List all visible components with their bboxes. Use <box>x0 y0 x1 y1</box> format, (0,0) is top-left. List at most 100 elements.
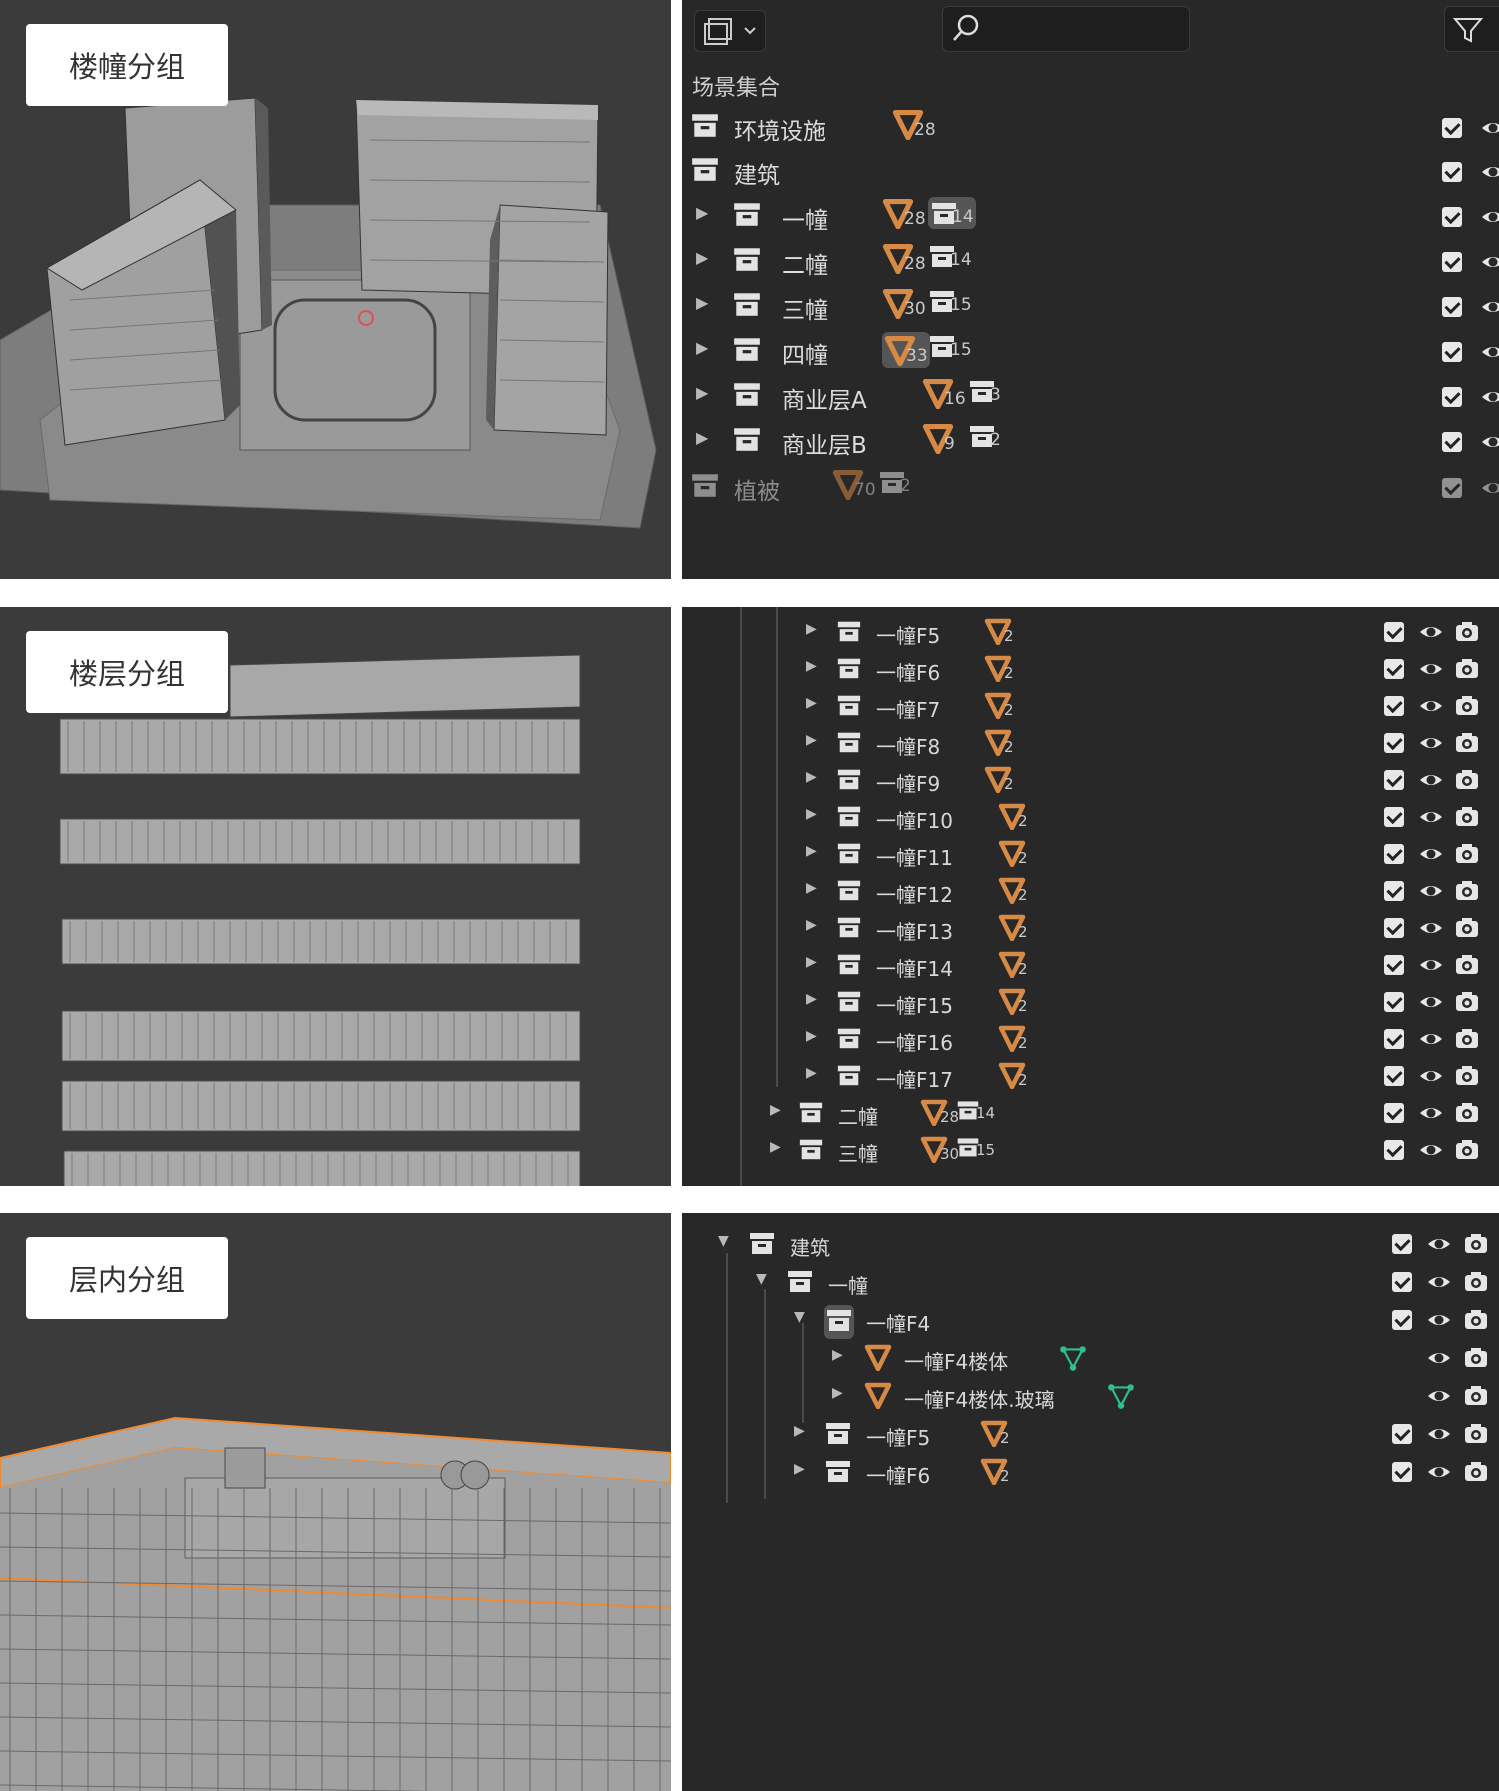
viewport-floors[interactable]: 楼层分组 <box>0 607 671 1186</box>
mesh-count-badge[interactable]: 28 <box>882 197 926 229</box>
outliner-row[interactable]: ▼ 建筑 <box>682 1227 1499 1261</box>
render-toggle[interactable] <box>1464 1309 1488 1335</box>
visibility-toggle[interactable] <box>1480 342 1499 366</box>
camera-icon[interactable] <box>1455 843 1479 865</box>
eye-icon[interactable] <box>1426 1348 1452 1368</box>
eye-icon[interactable] <box>1426 1386 1452 1406</box>
outliner-panel-3[interactable]: ▼ 建筑 ▼ 一幢 ▼ 一幢F4 ▶ 一幢F4楼体 ▶ 一幢F4楼体.玻璃 ▶ <box>682 1213 1499 1791</box>
camera-icon[interactable] <box>1464 1461 1488 1483</box>
mesh-count-badge[interactable]: 2 <box>998 839 1028 867</box>
visibility-toggle[interactable] <box>1418 1140 1444 1164</box>
camera-icon[interactable] <box>1464 1309 1488 1331</box>
mesh-count-badge[interactable]: 9 <box>922 422 955 454</box>
visibility-toggle[interactable] <box>1418 955 1444 979</box>
collection-count-badge[interactable]: 14 <box>928 242 972 270</box>
expand-toggle[interactable]: ▶ <box>806 732 817 748</box>
exclude-checkbox[interactable] <box>1384 1029 1404 1049</box>
exclude-checkbox[interactable] <box>1392 1310 1412 1330</box>
exclude-checkbox[interactable] <box>1384 955 1404 975</box>
mesh-count-badge[interactable]: 2 <box>998 802 1028 830</box>
eye-icon[interactable] <box>1480 118 1499 138</box>
collection-count-badge[interactable]: 2 <box>968 422 1001 450</box>
expand-toggle[interactable]: ▶ <box>806 954 817 970</box>
outliner-row[interactable]: ▶ 三幢 30 15 <box>682 1133 1499 1167</box>
visibility-toggle[interactable] <box>1418 807 1444 831</box>
expand-toggle[interactable]: ▶ <box>806 843 817 859</box>
outliner-row[interactable]: ▼ 一幢 <box>682 1265 1499 1299</box>
exclude-checkbox[interactable] <box>1442 162 1462 182</box>
viewport-floor-interior[interactable]: 层内分组 <box>0 1213 671 1791</box>
outliner-row[interactable]: ▶ 商业层B 9 2 <box>682 422 1499 462</box>
mesh-count-badge[interactable]: 30 <box>920 1135 959 1163</box>
eye-icon[interactable] <box>1418 844 1444 864</box>
visibility-toggle[interactable] <box>1418 1066 1444 1090</box>
expand-toggle[interactable]: ▶ <box>696 293 708 312</box>
exclude-checkbox[interactable] <box>1442 118 1462 138</box>
eye-icon[interactable] <box>1418 1029 1444 1049</box>
expand-toggle[interactable]: ▶ <box>794 1423 805 1439</box>
camera-icon[interactable] <box>1455 1028 1479 1050</box>
collection-count-badge[interactable]: 2 <box>878 468 911 496</box>
expand-toggle[interactable]: ▶ <box>806 769 817 785</box>
visibility-toggle[interactable] <box>1418 1029 1444 1053</box>
collection-count-badge[interactable]: 15 <box>928 332 972 360</box>
eye-icon[interactable] <box>1426 1310 1452 1330</box>
outliner-panel-2[interactable]: ▶ 一幢F5 2 ▶ 一幢F6 2 ▶ 一幢F7 2 ▶ 一幢F8 2 ▶ 一幢… <box>682 607 1499 1186</box>
mesh-count-badge[interactable]: 2 <box>980 1457 1010 1485</box>
mesh-count-badge[interactable]: 70 <box>832 468 876 500</box>
render-toggle[interactable] <box>1455 1028 1479 1054</box>
outliner-row[interactable]: ▶ 一幢F11 2 <box>682 837 1499 871</box>
eye-icon[interactable] <box>1418 955 1444 975</box>
exclude-checkbox[interactable] <box>1384 881 1404 901</box>
expand-toggle[interactable]: ▶ <box>806 991 817 1007</box>
exclude-checkbox[interactable] <box>1384 622 1404 642</box>
mesh-count-badge[interactable]: 16 <box>922 377 966 409</box>
visibility-toggle[interactable] <box>1426 1310 1452 1334</box>
display-mode-button[interactable] <box>694 10 766 52</box>
exclude-checkbox[interactable] <box>1384 770 1404 790</box>
expand-toggle[interactable]: ▶ <box>696 248 708 267</box>
eye-icon[interactable] <box>1418 659 1444 679</box>
eye-icon[interactable] <box>1480 297 1499 317</box>
outliner-row[interactable]: ▶ 一幢F8 2 <box>682 726 1499 760</box>
expand-toggle[interactable]: ▼ <box>718 1233 729 1249</box>
outliner-panel-1[interactable]: 场景集合 环境设施 28 建筑 ▶ 一幢 28 14 ▶ 二幢 28 14 ▶ … <box>682 0 1499 579</box>
render-toggle[interactable] <box>1455 658 1479 684</box>
render-toggle[interactable] <box>1455 806 1479 832</box>
eye-icon[interactable] <box>1418 1103 1444 1123</box>
render-toggle[interactable] <box>1455 880 1479 906</box>
eye-icon[interactable] <box>1480 387 1499 407</box>
eye-icon[interactable] <box>1418 1140 1444 1160</box>
outliner-row[interactable]: ▶ 一幢F12 2 <box>682 874 1499 908</box>
outliner-row[interactable]: ▶ 一幢F5 2 <box>682 615 1499 649</box>
mesh-count-badge[interactable]: 30 <box>882 287 926 319</box>
render-toggle[interactable] <box>1455 695 1479 721</box>
outliner-row[interactable]: ▶ 四幢 33 15 <box>682 332 1499 372</box>
expand-toggle[interactable]: ▶ <box>806 1028 817 1044</box>
visibility-toggle[interactable] <box>1480 207 1499 231</box>
exclude-checkbox[interactable] <box>1442 342 1462 362</box>
exclude-checkbox[interactable] <box>1442 297 1462 317</box>
camera-icon[interactable] <box>1455 1102 1479 1124</box>
exclude-checkbox[interactable] <box>1384 844 1404 864</box>
visibility-toggle[interactable] <box>1426 1272 1452 1296</box>
outliner-row[interactable]: ▶ 一幢 28 14 <box>682 197 1499 237</box>
expand-toggle[interactable]: ▶ <box>770 1102 781 1118</box>
mesh-count-badge[interactable]: 33 <box>882 332 930 368</box>
collection-count-badge[interactable]: 15 <box>928 287 972 315</box>
eye-icon[interactable] <box>1480 432 1499 452</box>
outliner-row[interactable]: ▶ 一幢F4楼体.玻璃 <box>682 1379 1499 1413</box>
camera-icon[interactable] <box>1464 1385 1488 1407</box>
outliner-row[interactable]: ▶ 一幢F16 2 <box>682 1022 1499 1056</box>
outliner-row[interactable]: ▶ 一幢F14 2 <box>682 948 1499 982</box>
camera-icon[interactable] <box>1455 806 1479 828</box>
collection-count-badge[interactable]: 3 <box>968 377 1001 405</box>
expand-toggle[interactable]: ▶ <box>832 1347 843 1363</box>
outliner-row[interactable]: ▶ 二幢 28 14 <box>682 242 1499 282</box>
visibility-toggle[interactable] <box>1418 992 1444 1016</box>
render-toggle[interactable] <box>1455 1065 1479 1091</box>
eye-icon[interactable] <box>1418 918 1444 938</box>
camera-icon[interactable] <box>1455 769 1479 791</box>
eye-icon[interactable] <box>1480 207 1499 227</box>
expand-toggle[interactable]: ▶ <box>806 695 817 711</box>
